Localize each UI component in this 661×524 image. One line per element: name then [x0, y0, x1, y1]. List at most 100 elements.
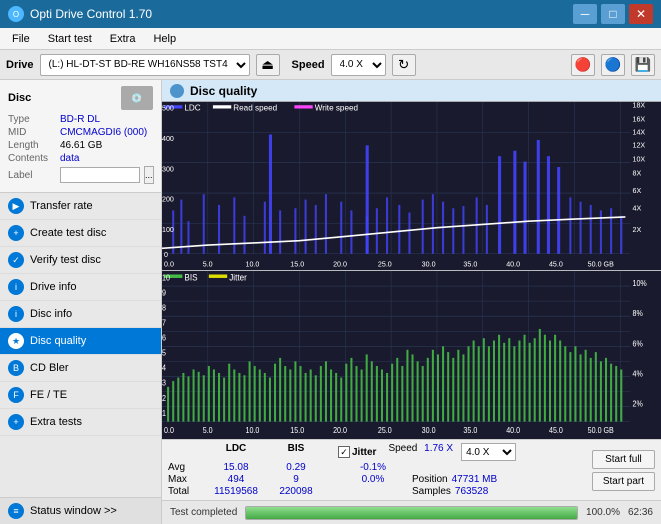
sidebar-item-fe-te[interactable]: F FE / TE — [0, 382, 161, 409]
menu-extra[interactable]: Extra — [102, 31, 144, 47]
close-button[interactable]: ✕ — [629, 4, 653, 24]
sidebar-item-extra-tests[interactable]: + Extra tests — [0, 409, 161, 436]
cd-bler-icon: B — [8, 360, 24, 376]
svg-text:200: 200 — [162, 195, 174, 204]
position-value: 47731 MB — [452, 474, 498, 485]
start-full-button[interactable]: Start full — [592, 450, 655, 469]
svg-text:18X: 18X — [632, 102, 645, 109]
start-part-button[interactable]: Start part — [592, 472, 655, 491]
verify-test-disc-label: Verify test disc — [30, 254, 101, 266]
mid-value: CMCMAGDI6 (000) — [60, 127, 147, 138]
sidebar-item-drive-info[interactable]: i Drive info — [0, 274, 161, 301]
svg-text:10.0: 10.0 — [246, 260, 260, 269]
svg-text:25.0: 25.0 — [378, 260, 392, 269]
save-button[interactable]: 💾 — [631, 54, 655, 76]
sidebar-item-disc-info[interactable]: i Disc info — [0, 301, 161, 328]
svg-text:30.0: 30.0 — [422, 260, 436, 269]
svg-text:2: 2 — [162, 393, 166, 403]
svg-text:20.0: 20.0 — [333, 426, 347, 436]
label-input[interactable] — [60, 167, 140, 183]
sidebar-item-transfer-rate[interactable]: ▶ Transfer rate — [0, 193, 161, 220]
disc-info-label: Disc info — [30, 308, 72, 320]
ldc-chart-svg: LDC Read speed Write speed 18X 16X 14X 1… — [162, 102, 661, 270]
sidebar-item-verify-test-disc[interactable]: ✓ Verify test disc — [0, 247, 161, 274]
disc-panel-title: Disc — [8, 92, 31, 104]
speed-select[interactable]: 4.0 X — [331, 54, 386, 76]
svg-text:Write speed: Write speed — [315, 102, 359, 112]
maximize-button[interactable]: □ — [601, 4, 625, 24]
speed-label: Speed — [292, 59, 325, 71]
progress-percent: 100.0% — [586, 507, 620, 518]
sidebar-item-disc-quality[interactable]: ★ Disc quality — [0, 328, 161, 355]
drive-info-label: Drive info — [30, 281, 76, 293]
svg-text:6%: 6% — [632, 339, 642, 349]
sidebar-item-create-test-disc[interactable]: + Create test disc — [0, 220, 161, 247]
status-section: ≡ Status window >> — [0, 497, 161, 524]
type-label: Type — [8, 114, 56, 125]
window-controls: ─ □ ✕ — [573, 4, 653, 24]
svg-text:0.0: 0.0 — [164, 426, 174, 436]
status-window-icon: ≡ — [8, 503, 24, 519]
svg-text:5.0: 5.0 — [203, 426, 213, 436]
nav-items: ▶ Transfer rate + Create test disc ✓ Ver… — [0, 193, 161, 497]
options-button2[interactable]: 🔵 — [601, 54, 625, 76]
svg-text:6X: 6X — [632, 186, 641, 195]
chart-wrapper: LDC Read speed Write speed 18X 16X 14X 1… — [162, 102, 661, 439]
svg-text:35.0: 35.0 — [463, 260, 477, 269]
menu-file[interactable]: File — [4, 31, 38, 47]
drive-select[interactable]: (L:) HL-DT-ST BD-RE WH16NS58 TST4 — [40, 54, 250, 76]
eject-button[interactable]: ⏏ — [256, 54, 280, 76]
sidebar: Disc 💿 Type BD-R DL MID CMCMAGDI6 (000) … — [0, 80, 162, 524]
menu-help[interactable]: Help — [145, 31, 184, 47]
position-label: Position — [412, 474, 448, 485]
sidebar-item-cd-bler[interactable]: B CD Bler — [0, 355, 161, 382]
minimize-button[interactable]: ─ — [573, 4, 597, 24]
title-bar: O Opti Drive Control 1.70 ─ □ ✕ — [0, 0, 661, 28]
chart-title: Disc quality — [190, 84, 257, 98]
status-window-button[interactable]: ≡ Status window >> — [0, 498, 161, 524]
svg-text:8%: 8% — [632, 309, 642, 319]
disc-panel: Disc 💿 Type BD-R DL MID CMCMAGDI6 (000) … — [0, 80, 161, 193]
svg-text:40.0: 40.0 — [506, 426, 520, 436]
svg-text:12X: 12X — [632, 140, 645, 149]
svg-text:1: 1 — [162, 408, 166, 418]
create-test-disc-label: Create test disc — [30, 227, 106, 239]
svg-text:7: 7 — [162, 318, 166, 328]
svg-text:45.0: 45.0 — [549, 426, 563, 436]
svg-text:2%: 2% — [632, 399, 642, 409]
disc-info-icon: i — [8, 306, 24, 322]
svg-text:5: 5 — [162, 348, 166, 358]
refresh-button[interactable]: ↻ — [392, 54, 416, 76]
label-label: Label — [8, 170, 56, 181]
total-ldc: 11519568 — [202, 486, 270, 497]
jitter-checkbox[interactable]: ✓ — [338, 446, 350, 458]
extra-tests-icon: + — [8, 414, 24, 430]
svg-text:5.0: 5.0 — [203, 260, 213, 269]
svg-text:Jitter: Jitter — [229, 272, 247, 283]
menu-start-test[interactable]: Start test — [40, 31, 100, 47]
options-button1[interactable]: 🔴 — [571, 54, 595, 76]
top-chart: LDC Read speed Write speed 18X 16X 14X 1… — [162, 102, 661, 270]
svg-text:30.0: 30.0 — [422, 426, 436, 436]
contents-value: data — [60, 153, 79, 164]
svg-text:40.0: 40.0 — [506, 260, 520, 269]
svg-text:2X: 2X — [632, 225, 641, 234]
svg-text:20.0: 20.0 — [333, 260, 347, 269]
svg-text:Read speed: Read speed — [233, 102, 277, 112]
svg-text:500: 500 — [162, 103, 174, 112]
svg-text:0.0: 0.0 — [164, 260, 174, 269]
max-ldc: 494 — [202, 474, 270, 485]
svg-text:0: 0 — [164, 250, 168, 259]
label-browse-button[interactable]: ... — [144, 166, 154, 184]
total-label: Total — [168, 486, 202, 497]
speed-select-stats[interactable]: 4.0 X — [461, 443, 516, 461]
avg-bis: 0.29 — [270, 462, 322, 473]
transfer-rate-label: Transfer rate — [30, 200, 93, 212]
svg-text:6: 6 — [162, 333, 166, 343]
length-value: 46.61 GB — [60, 140, 102, 151]
svg-text:10X: 10X — [632, 154, 645, 163]
cd-bler-label: CD Bler — [30, 362, 69, 374]
max-jitter: 0.0% — [338, 474, 408, 485]
svg-text:300: 300 — [162, 164, 174, 173]
bis-col-header: BIS — [270, 443, 322, 461]
